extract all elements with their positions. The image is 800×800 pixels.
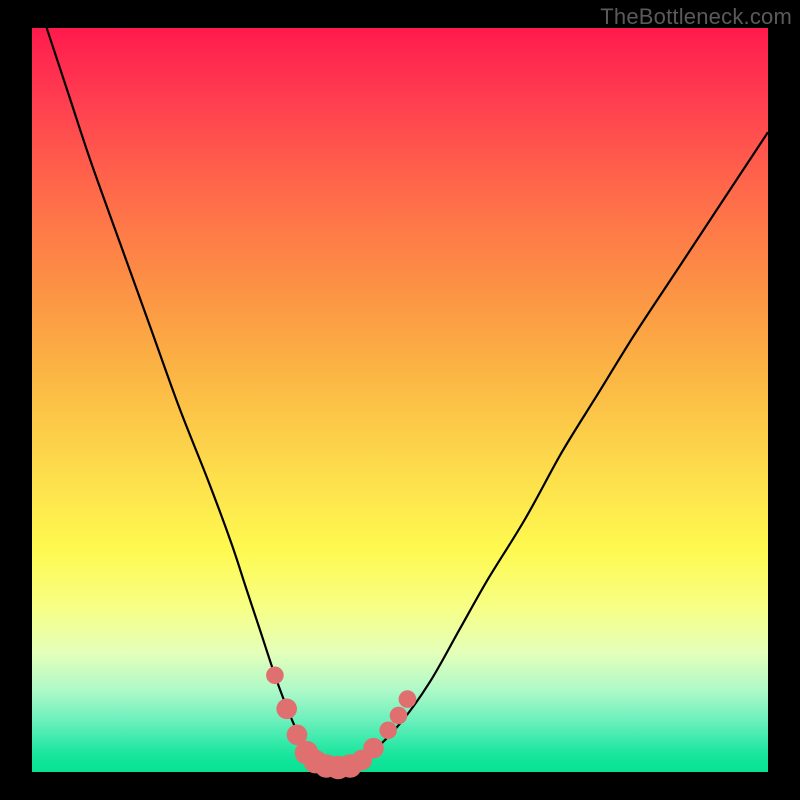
bead-dot [363,738,384,759]
curve-beads [266,667,416,780]
chart-frame: TheBottleneck.com [0,0,800,800]
bead-dot [276,699,297,720]
bead-dot [379,722,397,740]
watermark-text: TheBottleneck.com [600,4,792,30]
bead-dot [390,707,408,725]
bead-dot [399,690,417,708]
curve-line [47,28,768,769]
chart-svg [32,28,768,772]
chart-plot-area [32,28,768,772]
bead-dot [266,667,284,685]
